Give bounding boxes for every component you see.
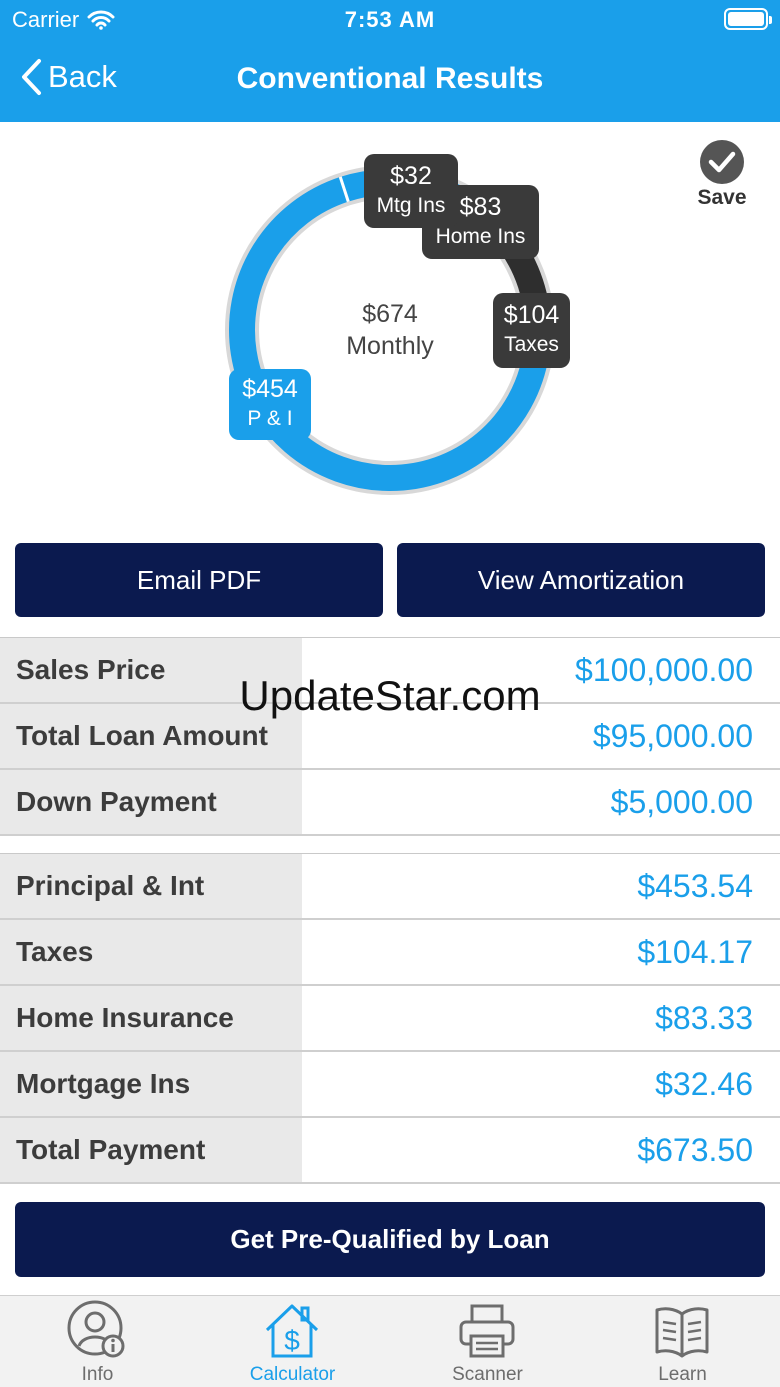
row-label: Mortgage Ins [0,1052,302,1116]
checkmark-icon [700,140,744,184]
monthly-total-label: Monthly [346,332,434,360]
table-row: Down Payment $5,000.00 [0,770,780,836]
view-amortization-label: View Amortization [477,564,685,595]
row-label: Taxes [0,920,302,984]
callout-pi: $454 P & I [229,369,311,440]
save-button[interactable]: Save [694,140,750,210]
tab-scanner-label: Scanner [452,1364,523,1385]
callout-pi-label: P & I [247,407,293,430]
svg-text:$: $ [284,1325,300,1356]
top-bar: Carrier 7:53 AM Back Conventional Result… [0,0,780,122]
monthly-total-value: $674 [362,300,418,328]
book-icon [655,1307,709,1358]
view-amortization-button[interactable]: View Amortization [397,543,765,617]
tab-learn-label: Learn [658,1364,707,1385]
tab-info-label: Info [81,1364,114,1385]
row-label: Down Payment [0,770,302,834]
user-info-icon [67,1300,125,1358]
row-value: $83.33 [302,986,780,1050]
tab-calculator-label: Calculator [249,1364,336,1385]
callout-mtg-ins: $32 Mtg Ins [364,154,458,228]
row-value: $104.17 [302,920,780,984]
tab-calculator[interactable]: $ Calculator [195,1296,390,1387]
callout-taxes-value: $104 [503,301,560,329]
chart-center-label: $674 Monthly [290,298,490,362]
tab-learn[interactable]: Learn [585,1296,780,1387]
status-time: 7:53 AM [344,7,436,32]
row-label: Total Payment [0,1118,302,1182]
row-value: $5,000.00 [302,770,780,834]
callout-taxes-label: Taxes [504,333,559,356]
table-row: Principal & Int $453.54 [0,854,780,920]
table-row: Mortgage Ins $32.46 [0,1052,780,1118]
tab-info[interactable]: Info [0,1296,195,1387]
table-row: Taxes $104.17 [0,920,780,986]
nav-bar: Back Conventional Results [0,40,780,122]
row-label: Principal & Int [0,854,302,918]
row-label: Home Insurance [0,986,302,1050]
callout-mtg-ins-value: $32 [390,162,432,190]
payment-breakdown-table: Principal & Int $453.54 Taxes $104.17 Ho… [0,853,780,1184]
printer-icon [459,1304,515,1358]
email-pdf-button[interactable]: Email PDF [15,543,383,617]
save-label: Save [697,186,747,209]
page-title: Conventional Results [236,62,544,95]
tab-bar: Info $ Calculator Scanner Learn [0,1295,780,1387]
app-root: Carrier 7:53 AM Back Conventional Result… [0,0,780,1387]
callout-mtg-ins-label: Mtg Ins [376,194,446,217]
table-row: Home Insurance $83.33 [0,986,780,1052]
row-value: $32.46 [302,1052,780,1116]
status-bar: Carrier 7:53 AM [0,0,780,40]
callout-taxes: $104 Taxes [493,293,570,368]
tab-scanner[interactable]: Scanner [390,1296,585,1387]
callout-pi-value: $454 [242,375,298,403]
house-dollar-icon: $ [265,1304,319,1358]
loan-summary-table: Sales Price $100,000.00 Total Loan Amoun… [0,637,780,836]
prequalify-button[interactable]: Get Pre-Qualified by Loan [15,1202,765,1277]
battery-icon [724,8,772,30]
table-row: Total Payment $673.50 [0,1118,780,1184]
email-pdf-label: Email PDF [136,564,262,595]
prequalify-label: Get Pre-Qualified by Loan [230,1224,550,1254]
watermark: UpdateStar.com [239,672,541,719]
row-value: $673.50 [302,1118,780,1182]
row-value: $453.54 [302,854,780,918]
